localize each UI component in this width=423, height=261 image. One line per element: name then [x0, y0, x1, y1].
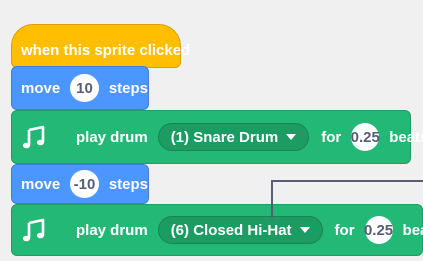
- beats-label: beats: [389, 128, 423, 146]
- steps-input[interactable]: -10: [70, 170, 99, 198]
- drum-dropdown-value: (1) Snare Drum: [170, 128, 279, 146]
- steps-input[interactable]: 10: [70, 74, 99, 102]
- callout-line-horizontal: [271, 180, 423, 182]
- music-notes-icon: [22, 122, 52, 152]
- play-drum-label: play drum: [76, 128, 148, 146]
- move-steps-block[interactable]: move 10 steps: [11, 66, 149, 110]
- move-label: move: [21, 79, 61, 97]
- for-label: for: [321, 128, 342, 146]
- callout-line-vertical: [271, 180, 273, 218]
- move-label: move: [21, 175, 61, 193]
- for-label: for: [334, 221, 355, 239]
- play-drum-block[interactable]: play drum (1) Snare Drum for 0.25 beats: [11, 110, 423, 164]
- steps-label: steps: [108, 79, 148, 97]
- play-drum-label: play drum: [76, 221, 148, 239]
- move-steps-block[interactable]: move -10 steps: [11, 164, 149, 204]
- drum-dropdown[interactable]: (6) Closed Hi-Hat: [157, 216, 323, 244]
- when-sprite-clicked-block[interactable]: when this sprite clicked: [11, 24, 190, 68]
- drum-dropdown[interactable]: (1) Snare Drum: [157, 123, 310, 151]
- beats-input[interactable]: 0.25: [364, 216, 393, 244]
- music-notes-icon: [22, 215, 52, 245]
- chevron-down-icon: [299, 227, 310, 233]
- beats-label: beats: [402, 221, 423, 239]
- play-drum-block[interactable]: play drum (6) Closed Hi-Hat for 0.25 bea…: [11, 204, 423, 256]
- chevron-down-icon: [286, 134, 297, 140]
- beats-input[interactable]: 0.25: [351, 123, 380, 151]
- steps-label: steps: [108, 175, 148, 193]
- hat-block-label: when this sprite clicked: [21, 41, 191, 59]
- drum-dropdown-value: (6) Closed Hi-Hat: [170, 221, 292, 239]
